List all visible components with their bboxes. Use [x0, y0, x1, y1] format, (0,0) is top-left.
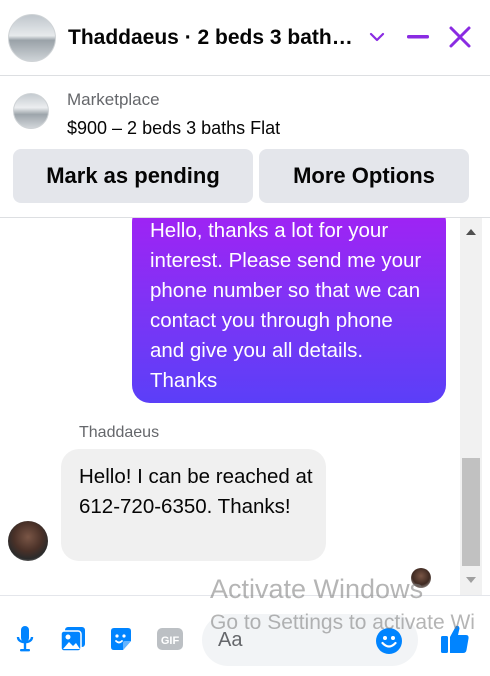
scroll-down-arrow-icon[interactable] [464, 573, 478, 587]
svg-text:GIF: GIF [161, 635, 180, 647]
scroll-up-arrow-icon[interactable] [464, 224, 478, 238]
message-thread[interactable]: Hello, thanks a lot for your interest. P… [0, 218, 490, 595]
marketplace-listing-card: Marketplace $900 – 2 beds 3 baths Flat M… [0, 76, 490, 218]
scroll-thumb[interactable] [462, 458, 480, 566]
outgoing-message-bubble[interactable]: Hello, thanks a lot for your interest. P… [132, 218, 446, 403]
thread-scrollbar[interactable] [460, 218, 482, 595]
listing-thumbnail[interactable] [13, 93, 49, 129]
activate-windows-hint: Go to Settings to activate Wi [210, 611, 475, 634]
close-icon[interactable] [445, 22, 475, 52]
listing-source: Marketplace [67, 90, 160, 109]
more-options-button[interactable]: More Options [259, 149, 469, 203]
gif-icon[interactable]: GIF [155, 624, 185, 654]
activate-windows-watermark: Activate Windows [210, 574, 424, 604]
minimize-icon[interactable] [403, 22, 433, 52]
sticker-icon[interactable] [106, 624, 136, 654]
mark-as-pending-button[interactable]: Mark as pending [13, 149, 253, 203]
listing-avatar[interactable] [8, 13, 56, 62]
message-composer: GIF [0, 595, 490, 676]
chevron-down-icon[interactable] [362, 22, 392, 52]
sender-avatar[interactable] [8, 521, 48, 561]
sender-name: Thaddaeus [79, 424, 160, 441]
microphone-icon[interactable] [10, 624, 40, 654]
incoming-message-bubble[interactable]: Hello! I can be reached at 612-720-6350.… [61, 449, 326, 561]
photo-icon[interactable] [58, 624, 88, 654]
conversation-title[interactable]: Thaddaeus · 2 beds 3 bath… [68, 26, 356, 50]
listing-title[interactable]: $900 – 2 beds 3 baths Flat [67, 118, 280, 139]
